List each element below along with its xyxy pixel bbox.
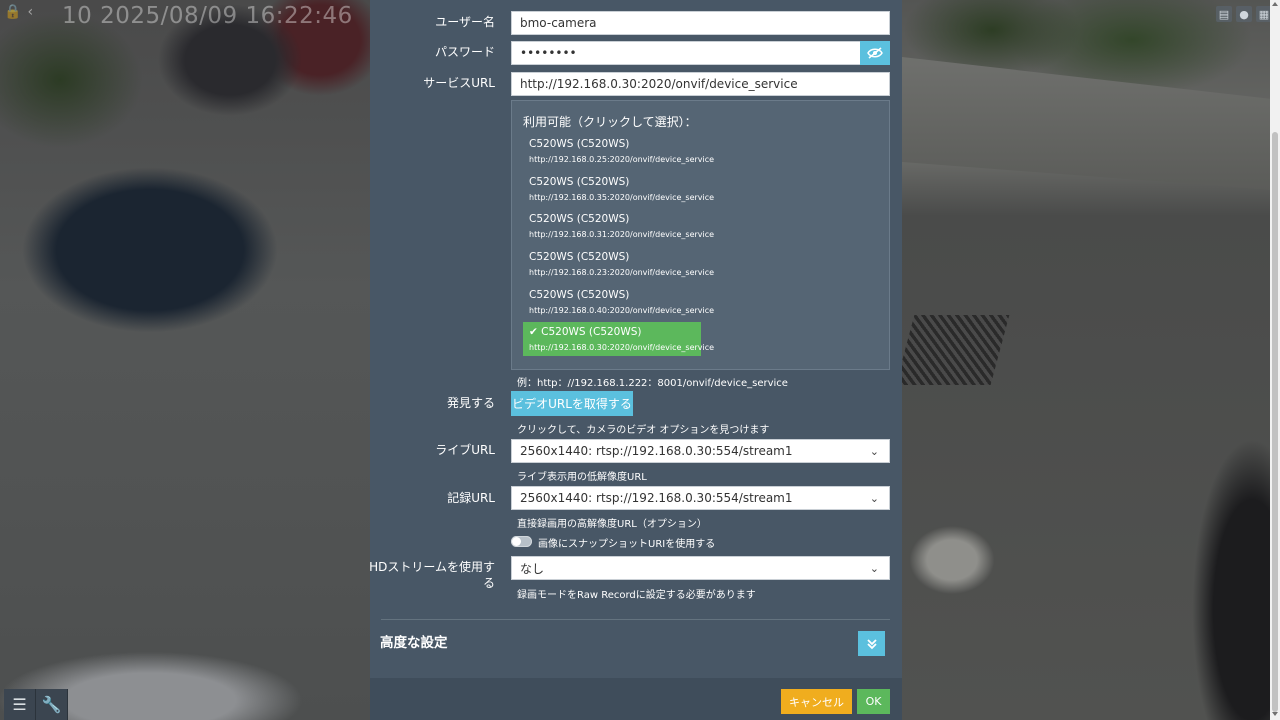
chevron-down-icon: ⌄ (869, 444, 879, 458)
hd-stream-select[interactable]: なし ⌄ (511, 556, 890, 580)
camera-view-icons: ▤ ● ▦ (1216, 6, 1272, 22)
device-url: http://192.168.0.40:2020/onvif/device_se… (529, 306, 715, 315)
chevron-down-icon: ⌄ (869, 561, 879, 575)
advanced-settings-expand-button[interactable] (858, 631, 885, 656)
bottom-toolbar: ☰ 🔧 (4, 689, 68, 720)
device-item[interactable]: C520WS (C520WS) http://192.168.0.25:2020… (523, 134, 714, 168)
chevron-left-icon[interactable]: ‹ (27, 4, 33, 20)
device-name: C520WS (C520WS) (529, 251, 630, 263)
snapshot-toggle-label: 画像にスナップショットURIを使用する (538, 539, 716, 550)
record-url-help: 直接録画用の高解像度URL（オプション） (517, 519, 707, 530)
user-icon[interactable]: ● (1236, 6, 1252, 22)
device-url: http://192.168.0.23:2020/onvif/device_se… (529, 268, 715, 277)
device-name: C520WS (C520WS) (529, 176, 630, 188)
hd-stream-label-line2: る (482, 576, 495, 590)
device-name: C520WS (C520WS) (529, 289, 630, 301)
device-name: ✔ C520WS (C520WS) (529, 326, 642, 338)
double-chevron-down-icon (866, 638, 877, 649)
live-url-label: ライブURL (435, 443, 495, 457)
service-url-field[interactable]: http://192.168.0.30:2020/onvif/device_se… (511, 72, 890, 96)
device-name: C520WS (C520WS) (529, 138, 630, 150)
chevron-down-icon: ⌄ (869, 491, 879, 505)
live-url-help: ライブ表示用の低解像度URL (517, 472, 647, 483)
lock-icon: 🔒 (4, 4, 22, 20)
cancel-button[interactable]: キャンセル (781, 689, 852, 714)
device-url: http://192.168.0.25:2020/onvif/device_se… (529, 155, 715, 164)
live-url-value: 2560x1440: rtsp://192.168.0.30:554/strea… (520, 444, 793, 458)
device-item[interactable]: C520WS (C520WS) http://192.168.0.31:2020… (523, 209, 714, 243)
scroll-up-icon[interactable] (1272, 2, 1278, 6)
device-url: http://192.168.0.35:2020/onvif/device_se… (529, 193, 715, 202)
discover-help: クリックして、カメラのビデオ オプションを見つけます (517, 425, 770, 436)
ok-button[interactable]: OK (857, 689, 890, 714)
snapshot-toggle[interactable] (511, 536, 532, 547)
password-label: パスワード (434, 45, 495, 59)
device-list: 利用可能（クリックして選択）： C520WS (C520WS) http://1… (511, 100, 890, 370)
get-video-url-button[interactable]: ビデオURLを取得する (511, 391, 633, 416)
device-item[interactable]: C520WS (C520WS) http://192.168.0.40:2020… (523, 285, 714, 319)
record-url-value: 2560x1440: rtsp://192.168.0.30:554/strea… (520, 491, 793, 505)
password-field[interactable]: •••••••• (511, 41, 861, 65)
device-url: http://192.168.0.30:2020/onvif/device_se… (529, 343, 715, 352)
divider (381, 619, 890, 620)
username-value: bmo-camera (520, 16, 597, 30)
service-url-label: サービスURL (423, 76, 495, 90)
camera-timestamp: 10 2025/08/09 16:22:46 (62, 3, 353, 29)
camera-feed-left (0, 0, 370, 720)
device-url: http://192.168.0.31:2020/onvif/device_se… (529, 230, 715, 239)
device-item[interactable]: C520WS (C520WS) http://192.168.0.35:2020… (523, 172, 714, 206)
service-url-value: http://192.168.0.30:2020/onvif/device_se… (520, 77, 798, 91)
scrollbar-thumb[interactable] (1272, 132, 1278, 712)
live-url-select[interactable]: 2560x1440: rtsp://192.168.0.30:554/strea… (511, 439, 890, 463)
wrench-icon[interactable]: 🔧 (36, 689, 68, 720)
record-url-select[interactable]: 2560x1440: rtsp://192.168.0.30:554/strea… (511, 486, 890, 510)
username-label: ユーザー名 (435, 15, 495, 29)
password-visibility-button[interactable] (860, 41, 890, 65)
hd-stream-label: HDストリームを使用す (369, 560, 495, 574)
device-item-selected[interactable]: ✔ C520WS (C520WS) http://192.168.0.30:20… (523, 322, 714, 356)
device-name: C520WS (C520WS) (529, 213, 630, 225)
username-field[interactable]: bmo-camera (511, 11, 890, 35)
camera-grate (895, 315, 1010, 385)
camera-settings-panel: ユーザー名 bmo-camera パスワード •••••••• サービスURL … (369, 0, 902, 720)
discover-label: 発見する (446, 396, 495, 410)
device-item[interactable]: C520WS (C520WS) http://192.168.0.23:2020… (523, 247, 714, 281)
sliders-icon[interactable]: ☰ (4, 689, 36, 720)
device-list-title: 利用可能（クリックして選択）： (523, 115, 697, 129)
layout-icon[interactable]: ▤ (1216, 6, 1232, 22)
scroll-down-icon[interactable] (1272, 712, 1278, 716)
advanced-settings-title: 高度な設定 (380, 635, 448, 651)
service-url-example: 例：http：//192.168.1.222：8001/onvif/device… (517, 378, 788, 389)
eye-slash-icon (867, 47, 883, 59)
record-url-label: 記録URL (447, 491, 495, 505)
camera-overlay-icons: 🔒 ‹ (4, 4, 33, 20)
hd-stream-value: なし (520, 561, 545, 576)
hd-stream-help: 録画モードをRaw Recordに設定する必要があります (517, 590, 756, 601)
password-value: •••••••• (520, 46, 577, 60)
